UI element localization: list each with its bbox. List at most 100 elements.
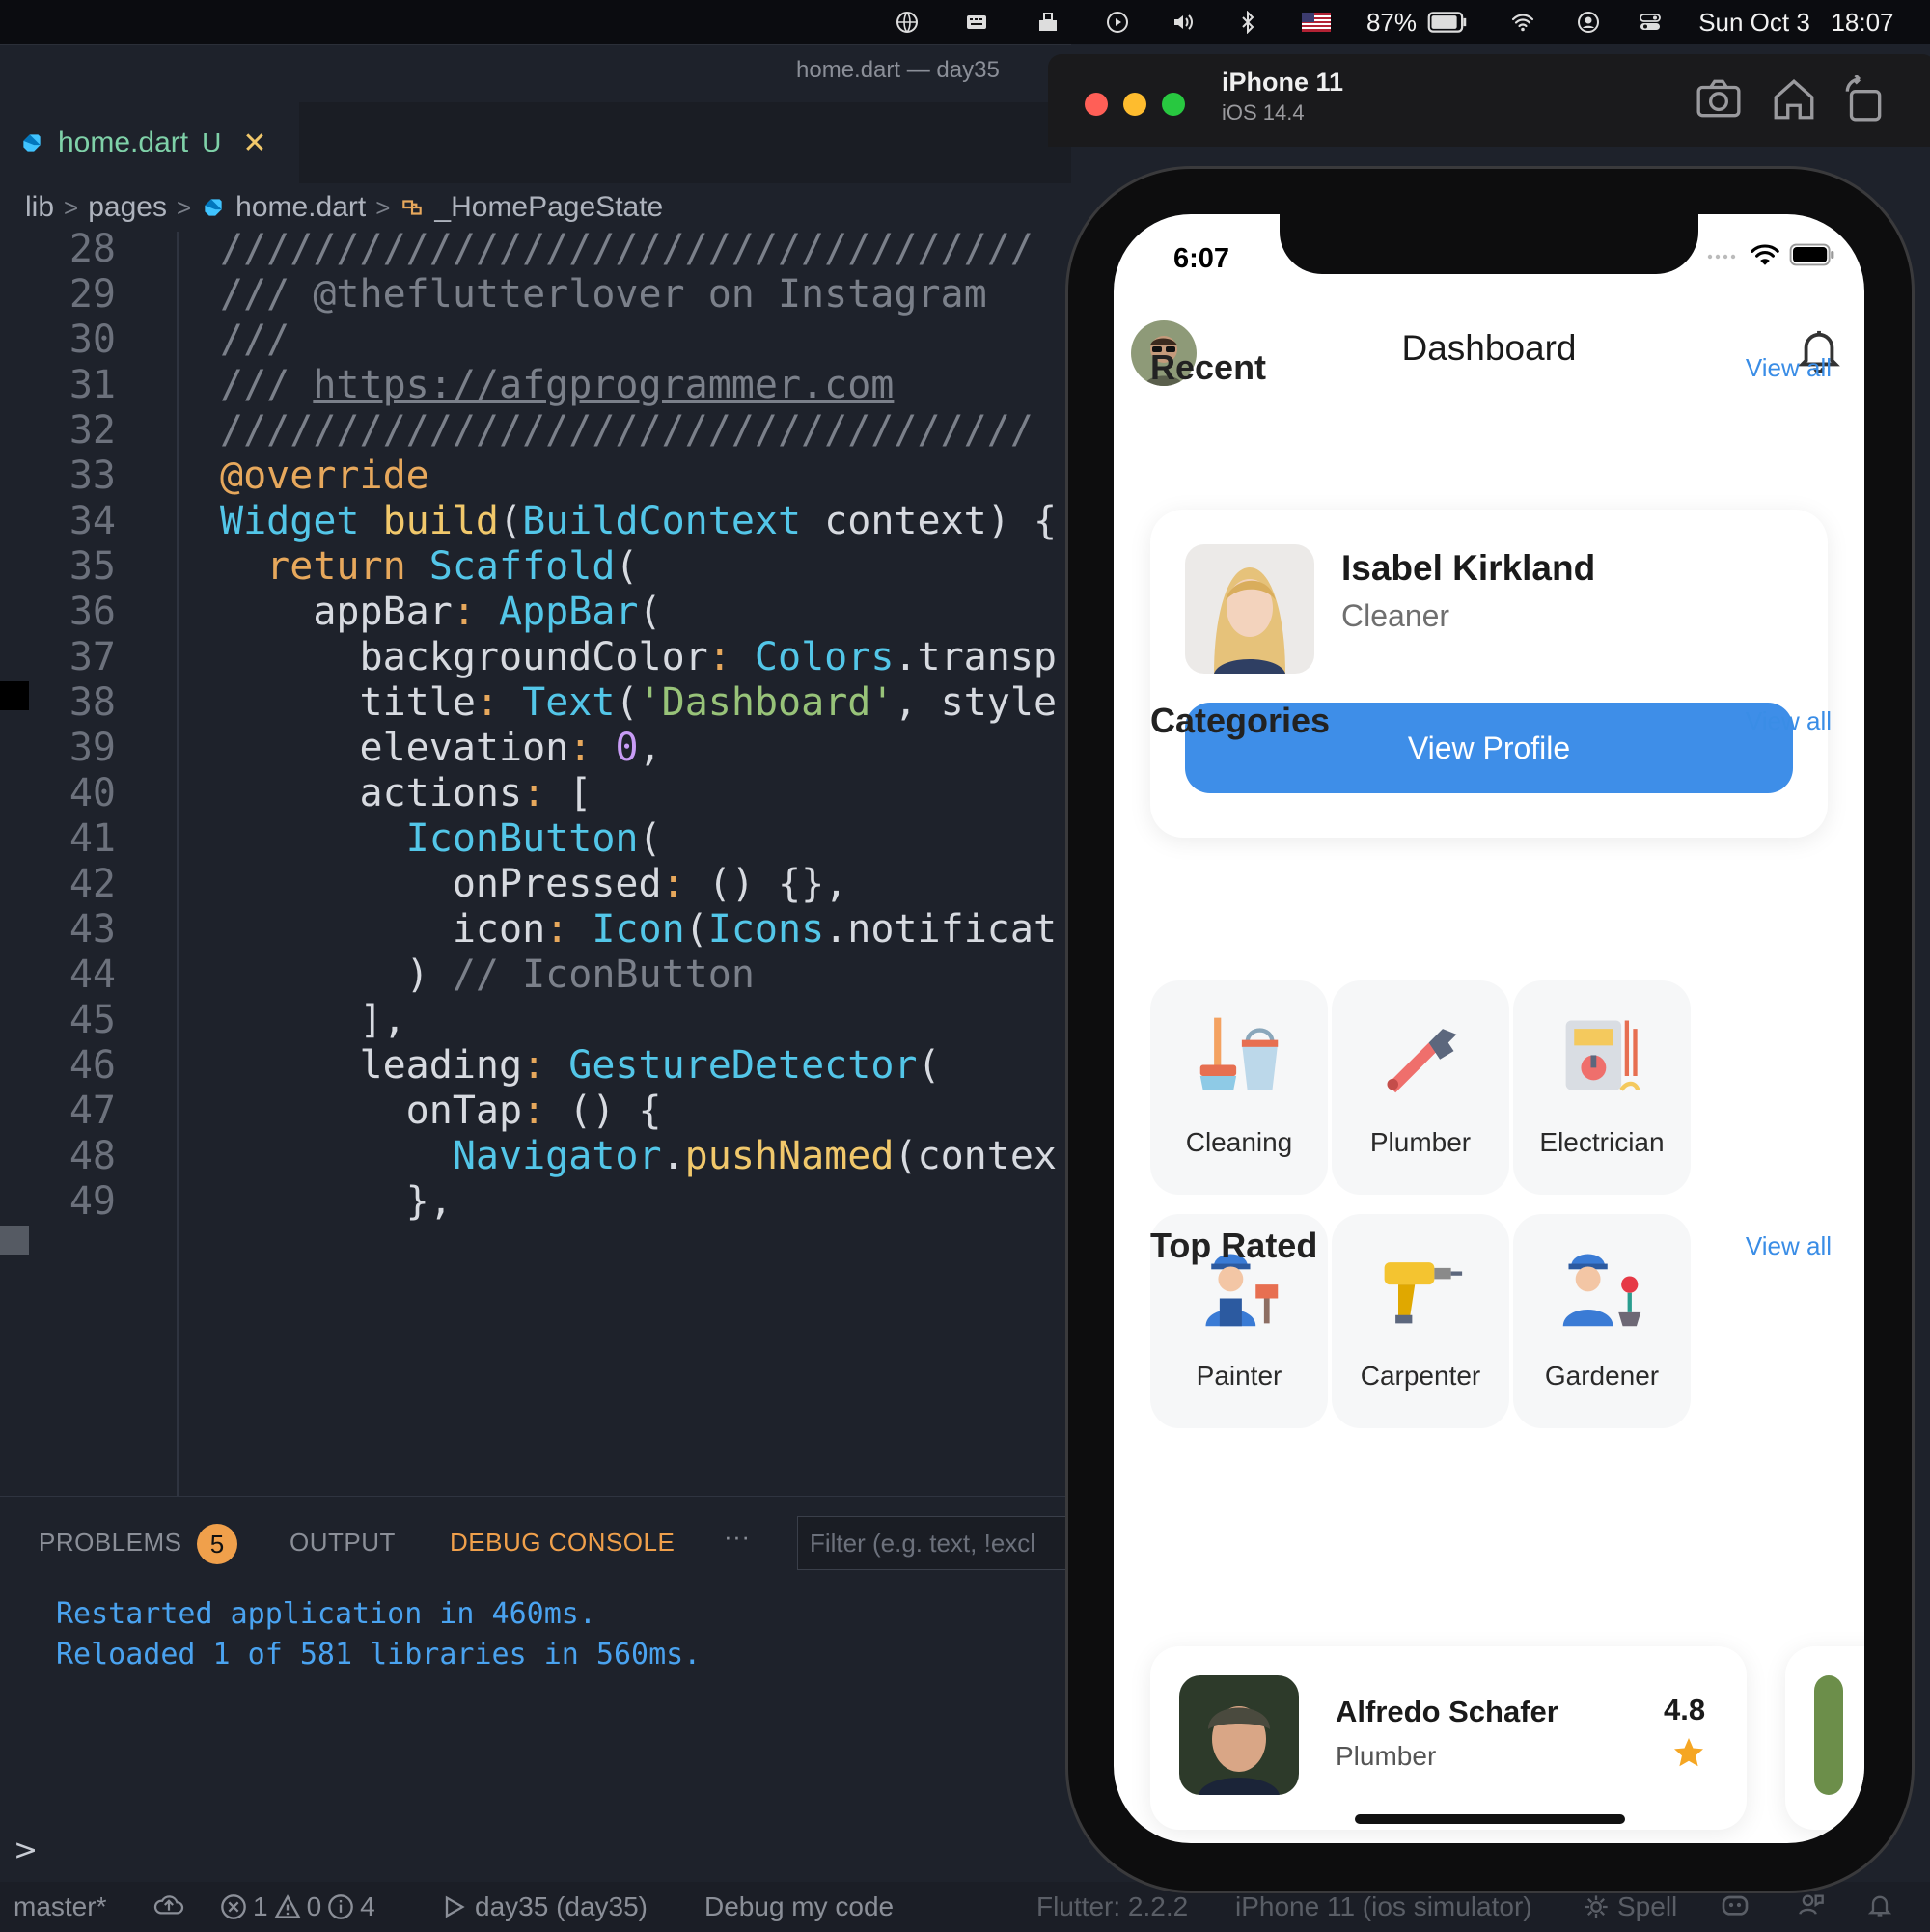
minimize-window-button[interactable]	[1123, 93, 1146, 116]
gardener-icon	[1562, 1254, 1641, 1327]
line-number: 49	[69, 1179, 116, 1224]
bottom-panel: PROBLEMS 5 OUTPUT DEBUG CONSOLE ··· Filt…	[0, 1496, 1077, 1843]
code-editor[interactable]: 28///////////////////////////////////29/…	[0, 232, 1071, 1496]
error-count: 1	[253, 1891, 268, 1921]
breadcrumb-item-lib[interactable]: lib	[25, 191, 54, 224]
rotate-device-icon[interactable]	[1839, 75, 1888, 124]
top-rated-view-all-link[interactable]: View all	[1746, 1231, 1832, 1261]
console-line: Reloaded 1 of 581 libraries in 560ms.	[56, 1638, 702, 1671]
screenshot-camera-icon[interactable]	[1695, 75, 1743, 124]
battery-icon[interactable]	[1422, 0, 1473, 44]
info-count: 4	[360, 1891, 375, 1921]
us-flag-icon[interactable]	[1297, 0, 1336, 44]
wifi-icon	[1751, 244, 1779, 265]
home-indicator[interactable]	[1355, 1814, 1625, 1824]
code-text: },	[405, 1179, 453, 1224]
tab-home-dart[interactable]: home.dart U ✕	[0, 102, 299, 183]
wifi-icon[interactable]	[1502, 0, 1544, 44]
tab-debug-console[interactable]: DEBUG CONSOLE	[450, 1528, 675, 1558]
warning-count: 0	[306, 1891, 322, 1921]
menubar-time[interactable]: 18:07	[1824, 0, 1901, 44]
iphone-notch	[1280, 214, 1698, 274]
tab-modified-indicator: U	[202, 127, 222, 157]
feedback-icon[interactable]	[1797, 1891, 1826, 1925]
warning-icon	[273, 1894, 301, 1918]
dart-file-icon	[23, 134, 41, 152]
simulator-os-version: iOS 14.4	[1222, 100, 1305, 124]
cloud-sync-icon[interactable]	[152, 1891, 185, 1925]
category-plumber[interactable]: Plumber	[1332, 980, 1509, 1195]
console-line: Restarted application in 460ms.	[56, 1597, 596, 1631]
volume-icon[interactable]	[1162, 0, 1204, 44]
top-rated-card[interactable]: Alfredo Schafer Plumber 4.8	[1150, 1646, 1747, 1830]
bluetooth-icon[interactable]	[1231, 0, 1264, 44]
tab-output[interactable]: OUTPUT	[290, 1528, 396, 1558]
close-window-button[interactable]	[1085, 93, 1108, 116]
macos-menu-bar: 87% Sun Oct 3 18:07	[0, 0, 1930, 44]
debug-target[interactable]: day35 (day35)	[440, 1891, 648, 1922]
chevron-right-icon: >	[375, 192, 391, 222]
battery-icon	[1789, 243, 1834, 266]
category-label: Painter	[1196, 1361, 1282, 1391]
home-icon[interactable]	[1770, 75, 1818, 124]
copilot-icon[interactable]	[1720, 1891, 1751, 1925]
categories-view-all-link[interactable]: View all	[1746, 706, 1832, 736]
simulator-device-name: iPhone 11	[1222, 68, 1344, 97]
electrician-multimeter-icon	[1565, 1020, 1640, 1091]
code-line[interactable]: 49 },	[0, 1173, 1071, 1230]
spell-label: Spell	[1617, 1891, 1678, 1921]
tab-filename: home.dart	[58, 126, 189, 158]
notifications-bell-icon[interactable]	[1866, 1891, 1893, 1925]
window-title: home.dart — day35	[796, 57, 1000, 83]
cleaning-icon	[1199, 1017, 1279, 1090]
section-title-recent: Recent	[1150, 347, 1267, 387]
editor-tab-bar: home.dart U ✕	[0, 102, 1071, 183]
recent-view-all-link[interactable]: View all	[1746, 353, 1832, 383]
dart-file-icon	[205, 199, 222, 216]
battery-percent: 87%	[1365, 7, 1418, 37]
breadcrumb-item-file[interactable]: home.dart	[235, 191, 366, 224]
play-icon[interactable]	[1098, 0, 1137, 44]
recent-person-role: Cleaner	[1341, 598, 1450, 633]
category-gardener[interactable]: Gardener	[1513, 1214, 1691, 1428]
command-chevron-icon[interactable]: >	[14, 1834, 38, 1867]
user-account-icon[interactable]	[1569, 0, 1608, 44]
ios-status-icons	[1706, 243, 1835, 266]
top-rated-rating: 4.8	[1664, 1693, 1706, 1726]
breadcrumb: lib > pages > home.dart > _HomePageState	[0, 183, 1071, 232]
ios-status-time: 6:07	[1173, 243, 1230, 274]
tab-problems[interactable]: PROBLEMS	[39, 1528, 182, 1558]
category-label: Gardener	[1544, 1361, 1660, 1391]
globe-icon[interactable]	[888, 0, 926, 44]
more-icon[interactable]: ···	[724, 1522, 750, 1552]
vscode-title-bar: home.dart — day35	[0, 44, 1071, 102]
breadcrumb-item-pages[interactable]: pages	[88, 191, 167, 224]
zoom-window-button[interactable]	[1162, 93, 1185, 116]
top-rated-name: Alfredo Schafer	[1336, 1695, 1558, 1728]
console-filter-input[interactable]: Filter (e.g. text, !excl	[797, 1516, 1077, 1570]
problems-count-badge: 5	[197, 1524, 237, 1564]
recent-person-name: Isabel Kirkland	[1341, 548, 1596, 588]
category-label: Plumber	[1369, 1127, 1472, 1157]
category-carpenter[interactable]: Carpenter	[1332, 1214, 1509, 1428]
keyboard-icon[interactable]	[957, 0, 996, 44]
breadcrumb-item-class[interactable]: _HomePageState	[434, 191, 663, 224]
git-branch[interactable]: master*	[14, 1891, 106, 1922]
info-icon	[328, 1894, 353, 1919]
menubar-date[interactable]: Sun Oct 3	[1695, 0, 1814, 44]
problems-summary[interactable]: 1 0 4	[220, 1891, 375, 1922]
cellular-signal-icon	[1707, 254, 1736, 260]
iphone-screen: 6:07 Dashboard Recent View all Isabel Ki…	[1114, 214, 1864, 1843]
flutter-version[interactable]: Flutter: 2.2.2	[1036, 1891, 1188, 1922]
category-cleaning[interactable]: Cleaning	[1150, 980, 1328, 1195]
device-selector[interactable]: iPhone 11 (ios simulator)	[1235, 1891, 1532, 1922]
debug-my-code[interactable]: Debug my code	[704, 1891, 894, 1922]
top-rated-card-next[interactable]	[1785, 1646, 1864, 1830]
spell-checker[interactable]: Spell	[1583, 1891, 1677, 1922]
top-rated-role: Plumber	[1336, 1741, 1437, 1771]
control-center-icon[interactable]	[1631, 0, 1669, 44]
category-electrician[interactable]: Electrician	[1513, 980, 1691, 1195]
display-icon[interactable]	[1029, 0, 1067, 44]
carpenter-drill-icon	[1384, 1262, 1463, 1324]
tab-close-icon[interactable]: ✕	[242, 126, 266, 160]
